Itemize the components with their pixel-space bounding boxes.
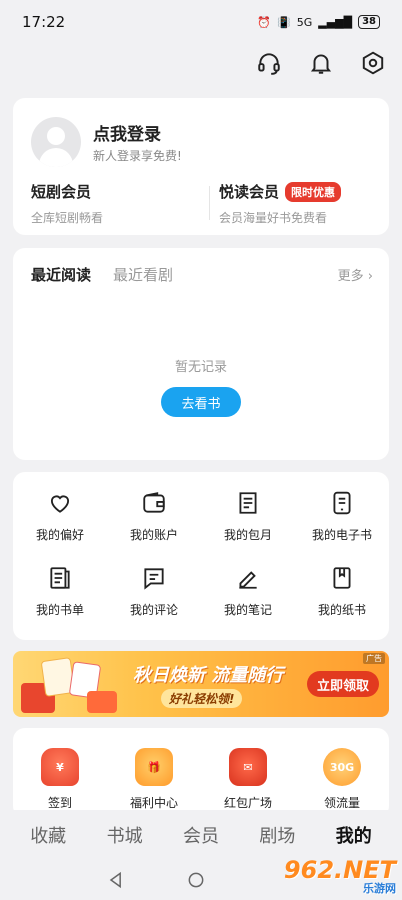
benefit-card: ¥ 签到 🎁 福利中心 ✉ 红包广场 30G 领流量 — [13, 728, 389, 818]
menu-item-comments[interactable]: 我的评论 — [107, 565, 201, 618]
promo-banner[interactable]: 广告 秋日焕新 流量随行 好礼轻松领! 立即领取 — [13, 651, 389, 717]
benefit-label: 红包广场 — [223, 796, 272, 810]
data-bonus-icon: 30G — [323, 748, 361, 786]
pen-icon — [239, 571, 257, 589]
menu-item-paper-books[interactable]: 我的纸书 — [295, 565, 389, 618]
banner-subtitle: 好礼轻松领! — [161, 689, 243, 708]
more-link[interactable]: 更多 › — [338, 265, 373, 284]
nav-theater[interactable]: 剧场 — [259, 822, 295, 848]
benefit-welfare-center[interactable]: 🎁 福利中心 — [107, 748, 201, 811]
menu-item-preferences[interactable]: 我的偏好 — [13, 490, 107, 543]
nav-favorites[interactable]: 收藏 — [30, 822, 66, 848]
menu-item-label: 我的包月 — [223, 528, 272, 542]
bottom-nav: 收藏 书城 会员 剧场 我的 — [0, 810, 402, 860]
banner-title: 秋日焕新 流量随行 — [133, 665, 284, 686]
benefit-sign-in[interactable]: ¥ 签到 — [13, 748, 107, 811]
ad-badge: 广告 — [363, 653, 385, 664]
menu-item-notes[interactable]: 我的笔记 — [201, 565, 295, 618]
gift-illustration-icon — [21, 657, 125, 713]
ebook-icon — [333, 491, 351, 515]
recent-tabs: 最近阅读 最近看剧 — [31, 264, 173, 285]
back-icon[interactable] — [106, 870, 126, 890]
status-bar: 17:22 ⏰ 📳 5G ▂▄▆█ 38 — [0, 0, 402, 44]
reading-vip[interactable]: 悦读会员 限时优惠 会员海量好书免费看 — [219, 181, 342, 226]
short-drama-vip-desc: 全库短剧畅看 — [31, 211, 104, 225]
status-time: 17:22 — [22, 13, 66, 31]
reading-vip-desc: 会员海量好书免费看 — [219, 211, 328, 225]
alarm-icon: ⏰ — [257, 15, 271, 29]
benefit-data-bonus[interactable]: 30G 领流量 — [295, 748, 389, 811]
menu-item-subscription[interactable]: 我的包月 — [201, 490, 295, 543]
home-icon[interactable] — [186, 870, 206, 890]
subscription-icon — [239, 492, 257, 514]
login-title[interactable]: 点我登录 — [93, 120, 161, 145]
promo-badge: 限时优惠 — [285, 181, 342, 202]
data-bonus-badge: 30G — [329, 760, 355, 774]
benefit-label: 福利中心 — [129, 796, 178, 810]
menu-item-label: 我的评论 — [129, 603, 178, 617]
bell-icon[interactable] — [308, 50, 334, 76]
reading-vip-title: 悦读会员 — [219, 183, 280, 201]
vibrate-icon: 📳 — [277, 15, 291, 29]
avatar[interactable] — [31, 117, 81, 167]
booklist-icon — [50, 567, 70, 589]
login-card: 点我登录 新人登录享免费! 短剧会员 全库短剧畅看 悦读会员 限时优惠 会员海量… — [13, 98, 389, 235]
battery-indicator: 38 — [358, 15, 380, 29]
menu-item-label: 我的笔记 — [223, 603, 272, 617]
nav-mine[interactable]: 我的 — [336, 822, 372, 848]
empty-state-text: 暂无记录 — [174, 360, 227, 375]
benefit-grid: ¥ 签到 🎁 福利中心 ✉ 红包广场 30G 领流量 — [13, 748, 389, 811]
gift-box-icon: 🎁 — [135, 748, 173, 786]
menu-item-account[interactable]: 我的账户 — [107, 490, 201, 543]
red-packet-icon: ✉ — [229, 748, 267, 786]
headset-icon[interactable] — [256, 50, 282, 76]
settings-icon[interactable] — [360, 50, 386, 76]
menu-item-ebook[interactable]: 我的电子书 — [295, 490, 389, 543]
menu-item-label: 我的纸书 — [317, 603, 366, 617]
short-drama-vip[interactable]: 短剧会员 全库短剧畅看 — [31, 181, 103, 226]
go-read-button[interactable]: 去看书 — [161, 387, 241, 417]
menu-grid: 我的偏好 我的账户 我的包月 我的电子书 我的书单 我的评论 我的笔记 我的纸书 — [13, 490, 389, 618]
menu-item-label: 我的账户 — [129, 528, 178, 542]
recent-card: 最近阅读 最近看剧 更多 › 暂无记录 去看书 — [13, 248, 389, 460]
menu-item-label: 我的电子书 — [311, 528, 372, 542]
tab-recent-drama[interactable]: 最近看剧 — [113, 264, 173, 285]
top-action-bar — [256, 50, 386, 76]
short-drama-vip-title: 短剧会员 — [31, 183, 92, 201]
network-label: 5G — [296, 15, 313, 29]
menu-card: 我的偏好 我的账户 我的包月 我的电子书 我的书单 我的评论 我的笔记 我的纸书 — [13, 472, 389, 640]
wallet-icon — [143, 492, 165, 513]
menu-item-label: 我的偏好 — [35, 528, 84, 542]
more-label: 更多 — [337, 269, 364, 284]
benefit-red-packet[interactable]: ✉ 红包广场 — [201, 748, 295, 811]
login-subtitle: 新人登录享免费! — [93, 149, 182, 163]
sign-in-icon: ¥ — [41, 748, 79, 786]
divider — [209, 186, 210, 220]
menu-item-booklist[interactable]: 我的书单 — [13, 565, 107, 618]
nav-membership[interactable]: 会员 — [183, 822, 219, 848]
benefit-label: 领流量 — [323, 796, 360, 810]
tab-recent-reading[interactable]: 最近阅读 — [31, 264, 91, 285]
paper-book-icon — [333, 567, 351, 589]
chevron-right-icon: › — [367, 269, 373, 284]
heart-icon — [50, 495, 70, 513]
benefit-label: 签到 — [47, 796, 72, 810]
signal-icon: ▂▄▆█ — [318, 15, 353, 29]
nav-bookstore[interactable]: 书城 — [107, 822, 143, 848]
status-indicators: ⏰ 📳 5G ▂▄▆█ 38 — [257, 15, 380, 29]
menu-item-label: 我的书单 — [35, 603, 84, 617]
claim-button[interactable]: 立即领取 — [307, 671, 379, 697]
comment-icon — [144, 568, 164, 590]
watermark-logo: 962.NET 乐游网 — [283, 856, 396, 895]
